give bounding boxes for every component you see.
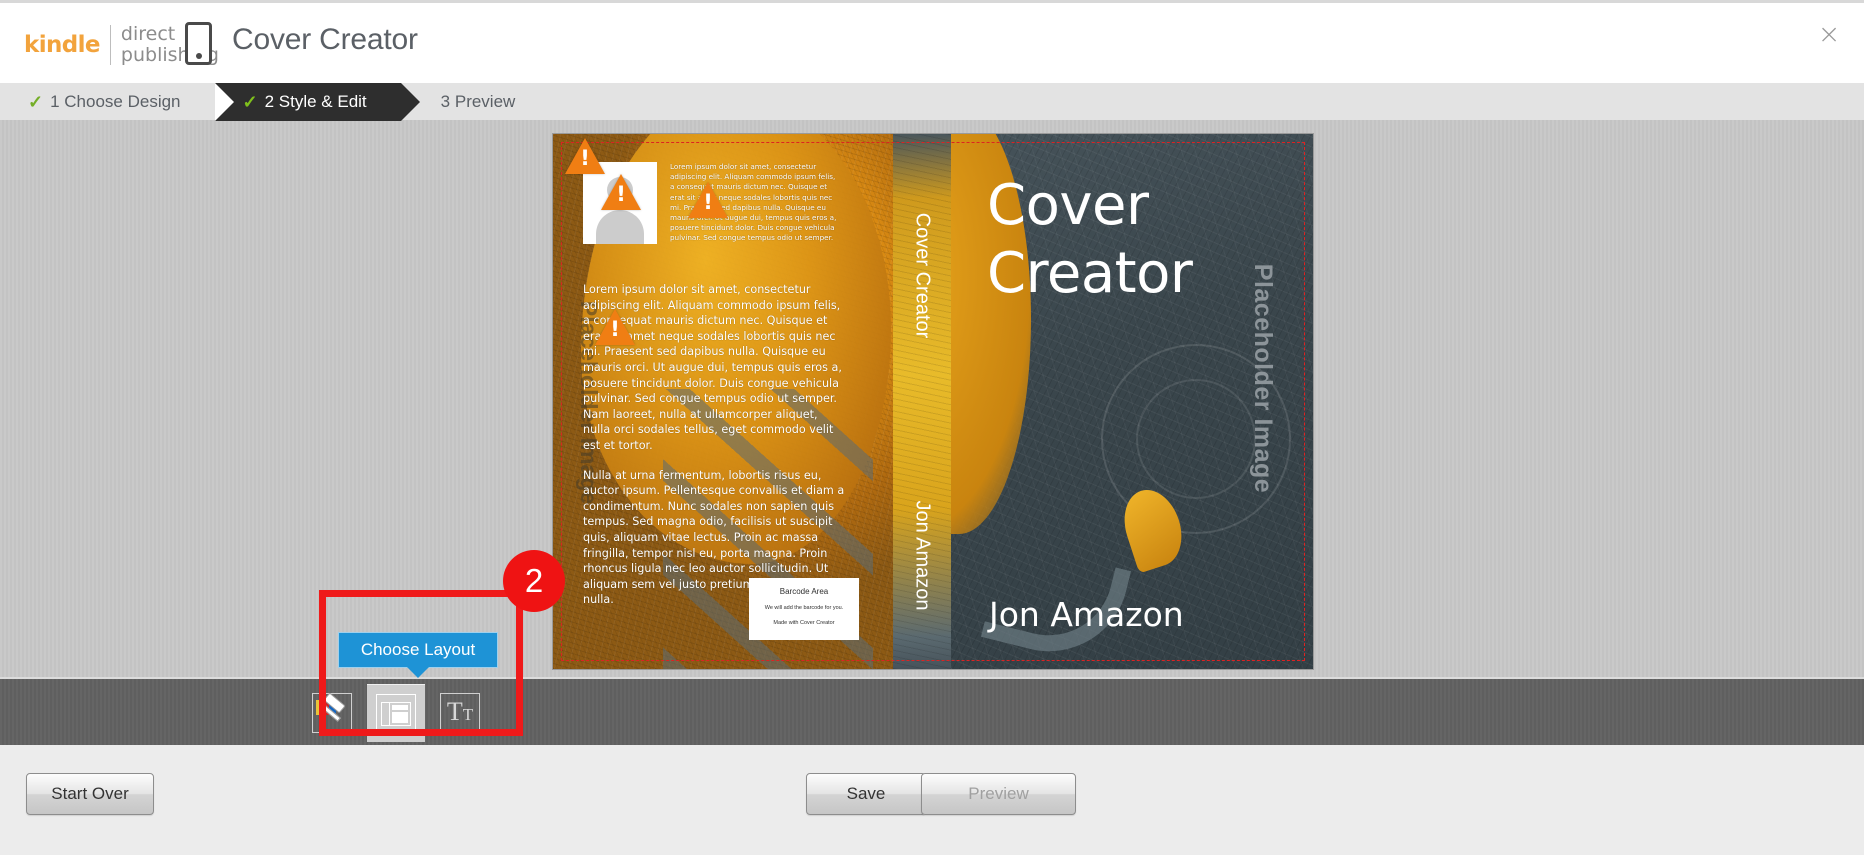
barcode-title: Barcode Area (779, 587, 829, 596)
page-title: Cover Creator (232, 23, 418, 56)
step-1-choose-design[interactable]: ✓ 1 Choose Design (0, 83, 234, 121)
logo-kindle-text: kindle (24, 32, 101, 58)
front-cover-panel[interactable]: Cover Creator Jon Amazon Placeholder Ima… (951, 134, 1313, 669)
book-cover-preview[interactable]: Placeholder Image Lorem ipsum dolor sit … (553, 134, 1313, 669)
spine-panel[interactable]: Cover Creator Jon Amazon (893, 134, 951, 669)
step-2-style-and-edit[interactable]: ✓ 2 Style & Edit (214, 83, 420, 121)
warning-glyph: ! (703, 190, 713, 214)
choose-layout-tooltip: Choose Layout (338, 632, 498, 668)
logo-direct-line: direct (120, 23, 176, 45)
front-cover-swirl-2 (1136, 379, 1256, 499)
tablet-icon (185, 22, 212, 65)
warning-glyph: ! (580, 146, 590, 170)
close-icon[interactable]: × (1814, 21, 1844, 51)
front-cover-author[interactable]: Jon Amazon (989, 595, 1184, 634)
spine-author-text[interactable]: Jon Amazon (911, 500, 934, 610)
fonts-tool-button[interactable]: TT (431, 684, 489, 742)
cover-canvas[interactable]: Placeholder Image Lorem ipsum dolor sit … (0, 120, 1864, 677)
start-over-button[interactable]: Start Over (26, 773, 154, 815)
step-2-label: 2 Style & Edit (264, 92, 367, 111)
step-1-arrow-icon (214, 83, 234, 121)
step-2-check-icon: ✓ (242, 91, 258, 112)
app-header: kindle direct publishing Cover Creator × (0, 0, 1864, 82)
avatar-body-icon (596, 210, 644, 244)
layout-icon (381, 701, 411, 726)
step-1-label: 1 Choose Design (50, 92, 181, 111)
step-3-preview[interactable]: 3 Preview (400, 83, 550, 121)
layout-tool-button[interactable] (367, 684, 425, 742)
warning-glyph: ! (616, 182, 626, 206)
step-list: ✓ 1 Choose Design ✓ 2 Style & Edit 3 Pre… (0, 83, 550, 121)
front-placeholder-image-label: Placeholder Image (1248, 263, 1277, 494)
step-bar: ✓ 1 Choose Design ✓ 2 Style & Edit 3 Pre… (0, 82, 1864, 203)
barcode-note: We will add the barcode for you. (764, 605, 844, 611)
style-tool-buttons: TT (300, 679, 492, 747)
text-style-icon: TT (446, 696, 474, 726)
step-1-check-icon: ✓ (28, 91, 44, 112)
description-paragraph-1: Lorem ipsum dolor sit amet, consectetur … (583, 283, 842, 452)
save-button[interactable]: Save (806, 773, 926, 815)
spine-title-text[interactable]: Cover Creator (911, 213, 934, 339)
colors-tool-button[interactable] (303, 684, 361, 742)
paint-roller-icon (315, 692, 349, 730)
barcode-credit: Made with Cover Creator (773, 620, 835, 626)
step-3-label: 3 Preview (440, 92, 516, 111)
barcode-area: Barcode Area We will add the barcode for… (749, 578, 859, 640)
callout-step-badge: 2 (503, 550, 565, 612)
editor-bottom-toolbar: TT (0, 677, 1864, 745)
footer-bar: Start Over Save Preview (0, 745, 1864, 855)
warning-glyph: ! (610, 317, 620, 341)
step-2-arrow-icon (400, 83, 420, 121)
preview-button[interactable]: Preview (921, 773, 1076, 815)
